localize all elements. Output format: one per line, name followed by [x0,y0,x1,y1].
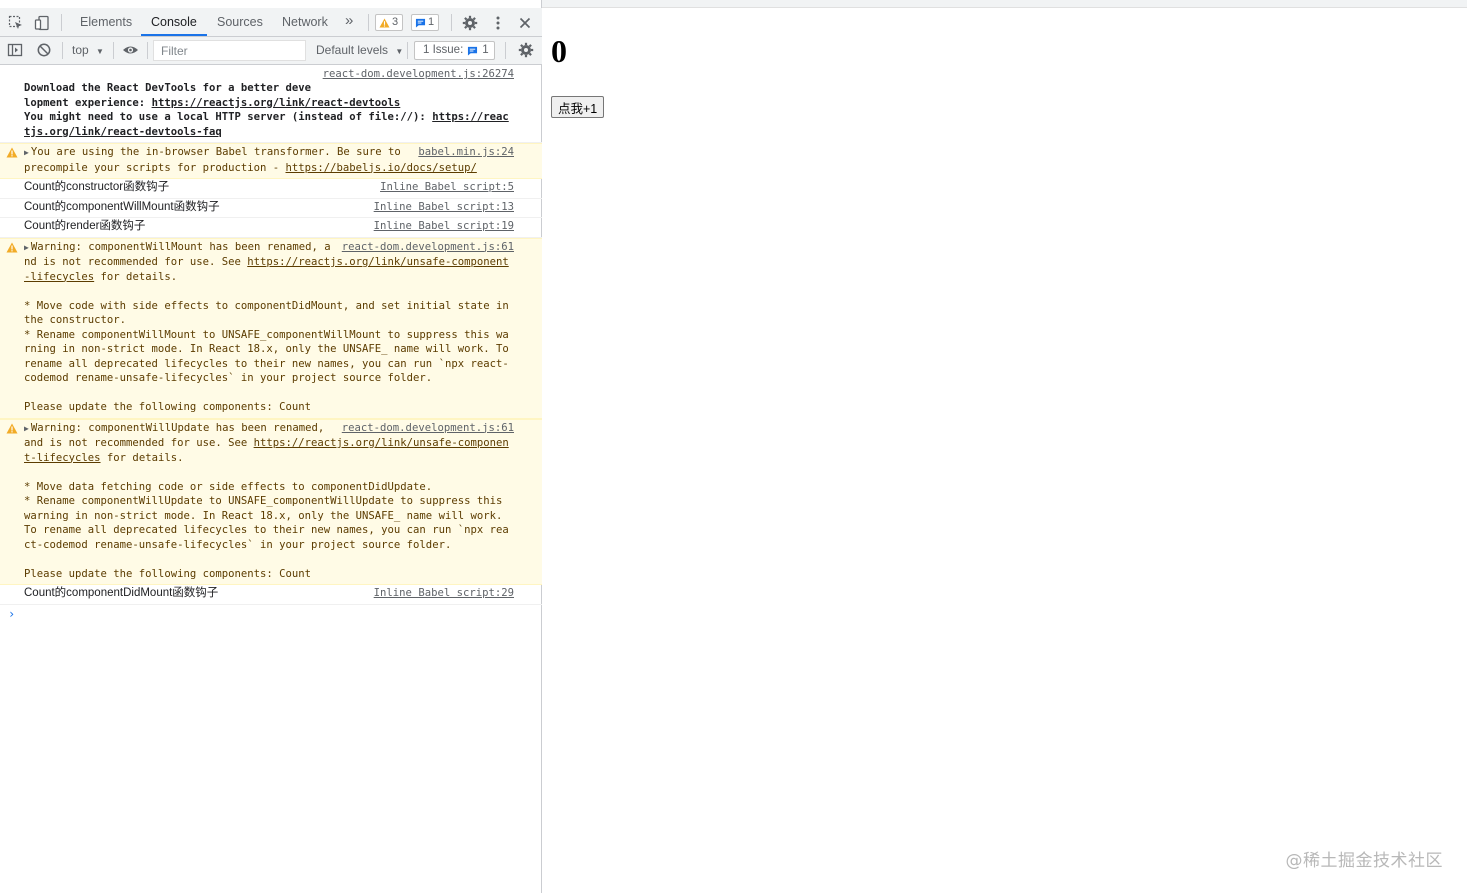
console-message-log: Inline Babel script:19 Count的render函数钩子 [0,218,542,238]
live-expression-eye-icon[interactable] [122,42,138,58]
message-source-link[interactable]: babel.min.js:24 [418,145,514,160]
message-icon [468,46,478,56]
context-selector[interactable]: top ▼ [72,37,104,64]
devtools-tabbar: Elements Console Sources Network » 3 1 [0,8,542,37]
message-source-link[interactable]: Inline Babel script:5 [380,180,514,195]
console-prompt-chevron-icon: › [8,606,16,621]
message-text: Count的componentWillMount函数钩子 [24,200,220,213]
message-source-link[interactable]: react-dom.development.js:26274 [323,67,514,82]
tab-sources[interactable]: Sources [207,8,273,36]
divider [113,42,114,59]
divider [147,42,148,59]
console-message-log: Inline Babel script:29 Count的componentDid… [0,585,542,605]
message-icon [415,18,426,28]
warning-icon [6,423,18,433]
log-levels-dropdown[interactable]: Default levels ▼ [316,37,403,64]
divider [61,14,62,31]
close-icon[interactable] [517,15,533,31]
message-text: Count的render函数钩子 [24,220,146,232]
console-message-warning: react-dom.development.js:61 ▶ Warning: com… [0,418,542,585]
expand-triangle-icon[interactable]: ▶ [24,243,29,252]
warnings-count: 3 [392,16,399,28]
message-text: You might need to use a local HTTP serve… [24,111,433,123]
console-output: react-dom.development.js:26274 Download t… [0,66,542,625]
context-label: top [72,43,89,57]
message-source-link[interactable]: react-dom.development.js:61 [342,240,514,255]
warning-icon [379,17,390,28]
issues-count: 1 [482,44,489,56]
device-toolbar-icon[interactable] [34,15,50,31]
tab-network[interactable]: Network [272,8,338,36]
console-prompt-row[interactable]: › [0,605,542,625]
messages-badge[interactable]: 1 [411,14,440,31]
message-text: Count的constructor函数钩子 [24,181,170,193]
settings-gear-icon[interactable] [462,15,478,31]
divider [407,42,408,59]
tab-console[interactable]: Console [141,8,207,36]
warning-icon [6,147,18,158]
count-heading: 0 [551,33,567,69]
tab-elements[interactable]: Elements [70,8,142,36]
warning-icon [6,242,18,252]
message-text: for details. * Move data fetching code o… [24,451,509,580]
log-levels-label: Default levels [316,43,389,57]
message-text: for details. * Move code with side effec… [24,270,509,414]
issues-label: 1 Issue: [423,44,464,56]
message-link[interactable]: https://babeljs.io/docs/setup/ [286,162,477,174]
show-sidebar-icon[interactable] [7,42,23,58]
divider [451,14,452,31]
message-text: Count的componentDidMount函数钩子 [24,587,219,599]
divider [505,42,506,59]
expand-triangle-icon[interactable]: ▶ [24,424,29,433]
more-options-vertical-icon[interactable] [490,15,506,31]
console-filterbar: top ▼ Default levels ▼ 1 Issue: 1 [0,37,542,65]
increment-button[interactable]: 点我+1 [551,96,605,118]
devtools-panel: Elements Console Sources Network » 3 1 t… [0,0,542,893]
console-message-warning: react-dom.development.js:61 ▶ Warning: com… [0,237,542,419]
console-message-info: react-dom.development.js:26274 Download t… [0,66,542,143]
message-source-link[interactable]: Inline Babel script:19 [374,219,514,234]
message-source-link[interactable]: Inline Babel script:29 [374,586,514,601]
caret-down-icon: ▼ [96,47,104,56]
message-source-link[interactable]: Inline Babel script:13 [374,200,514,215]
page-viewport: 0 点我+1 @稀土掘金技术社区 [543,9,1467,893]
console-settings-gear-icon[interactable] [518,42,534,58]
clear-console-icon[interactable] [36,42,52,58]
caret-down-icon: ▼ [395,47,404,56]
message-source-link[interactable]: react-dom.development.js:61 [342,421,514,436]
chevron-double-right-icon[interactable]: » [345,13,361,29]
warnings-badge[interactable]: 3 [375,14,404,31]
expand-triangle-icon[interactable]: ▶ [24,148,29,157]
divider [368,14,369,31]
inspect-element-icon[interactable] [8,15,24,31]
console-message-log: Inline Babel script:13 Count的componentWil… [0,199,542,218]
message-link[interactable]: https://reactjs.org/link/react-devtools [152,97,401,109]
console-message-log: Inline Babel script:5 Count的constructor函数… [0,179,542,199]
issues-button[interactable]: 1 Issue: 1 [414,41,495,60]
watermark: @稀土掘金技术社区 [1285,851,1443,871]
console-message-warning: babel.min.js:24 ▶ You are using the in-bro… [0,143,542,179]
messages-count: 1 [428,16,435,28]
filter-input[interactable] [153,40,306,61]
divider [62,42,63,59]
